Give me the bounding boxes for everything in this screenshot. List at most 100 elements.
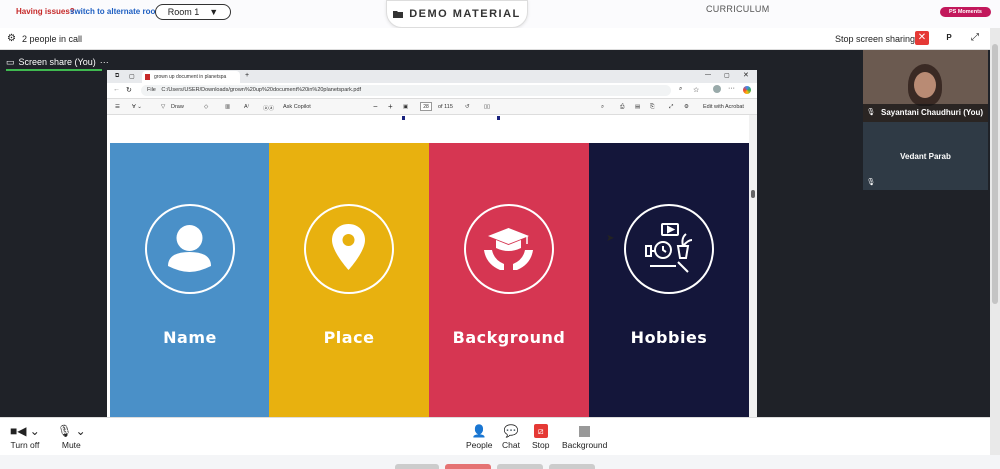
url-text: C:/Users/USER/Downloads/grown%20up%20doc…	[161, 87, 362, 93]
more-icon[interactable]: ···	[100, 57, 109, 67]
participant-face	[914, 72, 936, 98]
ps-moments-button[interactable]: PS Moments	[940, 7, 991, 17]
browser-tab-title: grown up document in planetspa	[154, 74, 227, 80]
screen-share-label: Screen share (You)	[18, 57, 96, 67]
participant-name: Vedant Parab	[900, 152, 951, 161]
maximize-icon[interactable]: ▢	[724, 72, 730, 79]
pdf-scrollbar[interactable]	[749, 115, 757, 417]
profile-avatar[interactable]	[713, 85, 721, 93]
save-icon[interactable]: ▤	[635, 104, 640, 110]
background-label: Background	[562, 440, 608, 450]
panel-background: Background	[429, 143, 589, 417]
view-icon[interactable]: ▥	[225, 104, 230, 110]
back-icon[interactable]: ←	[113, 86, 120, 93]
page-total: of 115	[438, 104, 453, 110]
new-tab-button[interactable]: +	[245, 72, 249, 79]
settings-icon[interactable]: ⚙	[684, 104, 689, 110]
copilot-icon[interactable]	[743, 86, 751, 94]
panel-label: Hobbies	[630, 328, 708, 347]
url-input[interactable]: File C:/Users/USER/Downloads/grown%20up%…	[141, 85, 671, 96]
pdf-scroll-thumb[interactable]	[751, 190, 755, 198]
shared-screen: ⧉ ▢ grown up document in planetspa + — ▢…	[107, 70, 757, 417]
ask-copilot-button[interactable]: Ask Copilot	[283, 104, 311, 110]
browser-tab[interactable]: grown up document in planetspa	[142, 71, 240, 83]
zoom-in-button[interactable]: +	[388, 102, 393, 111]
demo-material-button[interactable]: DEMO MATERIAL	[386, 0, 528, 28]
camera-toggle-button[interactable]: ■◀ ⌄ Turn off	[10, 424, 40, 450]
hobbies-icon	[624, 204, 714, 294]
folder-icon	[393, 11, 404, 18]
draw-button[interactable]: Draw	[171, 104, 184, 110]
alternate-room-link[interactable]: switch to alternate room	[70, 7, 162, 16]
save-as-icon[interactable]: ⎘	[650, 104, 654, 111]
draw-icon[interactable]: ▽	[161, 104, 165, 110]
two-page-icon[interactable]: ▯▯	[484, 104, 490, 110]
fit-page-icon[interactable]: ▣	[403, 104, 408, 110]
stop-share-button[interactable]: ⧄ Stop	[532, 424, 550, 450]
rotate-icon[interactable]: ↺	[465, 104, 470, 110]
panel-label: Place	[323, 328, 375, 347]
room-selector[interactable]: Room 1 ▼	[155, 4, 231, 20]
chevron-down-icon: ▼	[209, 7, 219, 17]
screen-share-tab[interactable]: ▭ Screen share (You) ···	[6, 54, 109, 70]
more-menu-icon[interactable]: ···	[728, 85, 735, 92]
top-bar: Having issues? switch to alternate room …	[0, 0, 1000, 28]
microphone-icon: 🎙 ⌄	[57, 424, 86, 438]
edit-with-acrobat-button[interactable]: Edit with Acrobat	[703, 104, 744, 110]
page-number-input[interactable]: 28	[420, 102, 432, 111]
p-button[interactable]: P	[942, 31, 956, 45]
fullscreen-icon[interactable]: ⤢	[968, 31, 982, 45]
people-icon: 👤	[471, 424, 487, 438]
panel-label: Background	[452, 328, 566, 347]
tab-list-icon[interactable]: ▢	[129, 73, 135, 80]
gear-icon[interactable]: ⚙	[7, 33, 16, 44]
search-icon[interactable]: ⌕	[601, 104, 604, 111]
eraser-icon[interactable]: ◇	[204, 104, 208, 110]
ps-moments-label: PS Moments	[948, 9, 982, 15]
page-mark	[497, 116, 500, 120]
stop-label: Stop	[532, 440, 550, 450]
mic-icon: 🎙	[866, 109, 876, 116]
zoom-icon[interactable]: ⌕	[679, 86, 682, 93]
immersive-reader-icon[interactable]: ⓐⓐ	[263, 104, 274, 112]
people-label: People	[466, 440, 493, 450]
highlight-icon[interactable]: ∀ ⌄	[132, 104, 142, 110]
refresh-icon[interactable]: ↻	[126, 86, 132, 94]
close-window-icon[interactable]: ✕	[743, 71, 749, 79]
panel-name: Name	[110, 143, 270, 417]
stop-share-close-button[interactable]: ✕	[915, 31, 929, 45]
room-label: Room 1	[167, 7, 200, 17]
fullscreen-pdf-icon[interactable]: ⤢	[669, 104, 673, 111]
chat-label: Chat	[502, 440, 520, 450]
tab-actions-icon[interactable]: ⧉	[115, 73, 119, 80]
mic-icon: 🎙	[866, 179, 876, 186]
camera-icon: ■◀ ⌄	[10, 424, 40, 438]
print-icon[interactable]: ⎙	[620, 104, 624, 111]
page-scroll-thumb[interactable]	[992, 44, 998, 304]
self-video-name: Sayantani Chaudhuri (You)	[863, 104, 988, 122]
background-button[interactable]: Background	[562, 424, 607, 450]
star-icon[interactable]: ☆	[693, 86, 699, 94]
page-scrollbar[interactable]	[990, 28, 1000, 467]
zoom-out-button[interactable]: −	[373, 102, 378, 111]
address-bar: ← ↻ File C:/Users/USER/Downloads/grown%2…	[107, 83, 757, 99]
read-aloud-icon[interactable]: A⁾	[244, 104, 249, 110]
call-stage: ▭ Screen share (You) ··· ⧉ ▢ grown up do…	[0, 50, 990, 417]
panel-place: Place	[269, 143, 429, 417]
panel-label: Name	[163, 328, 217, 347]
browser-tab-bar: ⧉ ▢ grown up document in planetspa + — ▢…	[107, 70, 757, 83]
people-button[interactable]: 👤 People	[466, 424, 492, 450]
location-pin-icon	[304, 204, 394, 294]
mute-button[interactable]: 🎙 ⌄ Mute	[57, 424, 86, 450]
page-mark	[402, 116, 405, 120]
mute-label: Mute	[61, 440, 81, 450]
curriculum-link[interactable]: CURRICULUM	[706, 4, 770, 14]
monitor-icon: ▭	[6, 56, 15, 67]
chat-button[interactable]: 💬 Chat	[502, 424, 520, 450]
issue-text: Having issues?	[16, 7, 75, 16]
call-controls: ■◀ ⌄ Turn off 🎙 ⌄ Mute 👤 People 💬 Chat ⧄…	[0, 417, 990, 455]
minimize-icon[interactable]: —	[705, 72, 711, 78]
contents-icon[interactable]: ☰	[115, 104, 120, 110]
graduation-cap-icon	[464, 204, 554, 294]
pdf-toolbar: ☰ ∀ ⌄ ▽ Draw ◇ ▥ A⁾ ⓐⓐ Ask Copilot − + ▣…	[107, 99, 757, 115]
